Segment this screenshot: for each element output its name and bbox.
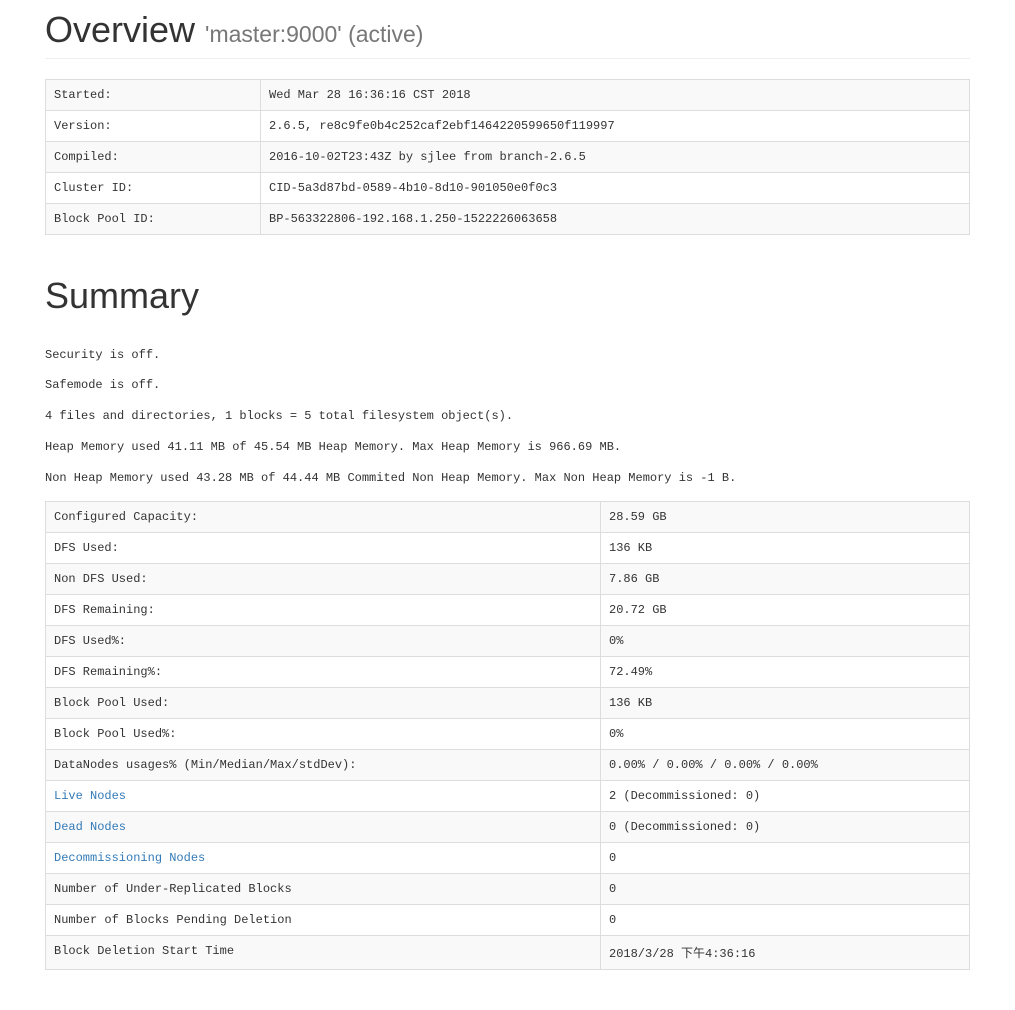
summary-label: DFS Remaining%:: [46, 656, 601, 687]
overview-label: Cluster ID:: [46, 172, 261, 203]
summary-label: Number of Under-Replicated Blocks: [46, 873, 601, 904]
summary-value: 20.72 GB: [601, 594, 970, 625]
table-row: Live Nodes 2 (Decommissioned: 0): [46, 780, 970, 811]
info-line: Non Heap Memory used 43.28 MB of 44.44 M…: [45, 470, 970, 487]
table-row: Dead Nodes 0 (Decommissioned: 0): [46, 811, 970, 842]
table-row: DFS Remaining%:72.49%: [46, 656, 970, 687]
page-title-sub: 'master:9000' (active): [205, 21, 423, 47]
summary-label[interactable]: Decommissioning Nodes: [46, 842, 601, 873]
table-row: DFS Remaining:20.72 GB: [46, 594, 970, 625]
summary-table: Configured Capacity:28.59 GBDFS Used:136…: [45, 501, 970, 970]
overview-value: 2016-10-02T23:43Z by sjlee from branch-2…: [261, 141, 970, 172]
table-row: Version:2.6.5, re8c9fe0b4c252caf2ebf1464…: [46, 110, 970, 141]
summary-label: Block Pool Used:: [46, 687, 601, 718]
table-row: Number of Under-Replicated Blocks0: [46, 873, 970, 904]
summary-label: Configured Capacity:: [46, 501, 601, 532]
info-line: Heap Memory used 41.11 MB of 45.54 MB He…: [45, 439, 970, 456]
table-row: Block Pool ID:BP-563322806-192.168.1.250…: [46, 203, 970, 234]
table-row: Block Pool Used:136 KB: [46, 687, 970, 718]
table-row: Cluster ID:CID-5a3d87bd-0589-4b10-8d10-9…: [46, 172, 970, 203]
summary-label: DFS Remaining:: [46, 594, 601, 625]
summary-label: Non DFS Used:: [46, 563, 601, 594]
summary-value: 2018/3/28 下午4:36:16: [601, 935, 970, 969]
summary-link[interactable]: Decommissioning Nodes: [54, 851, 205, 865]
summary-value: 7.86 GB: [601, 563, 970, 594]
overview-value: 2.6.5, re8c9fe0b4c252caf2ebf146422059965…: [261, 110, 970, 141]
table-row: DFS Used:136 KB: [46, 532, 970, 563]
page-title: Overview 'master:9000' (active): [45, 10, 970, 50]
overview-value: Wed Mar 28 16:36:16 CST 2018: [261, 79, 970, 110]
table-row: Block Deletion Start Time2018/3/28 下午4:3…: [46, 935, 970, 969]
summary-heading: Summary: [45, 275, 970, 317]
summary-value: 0%: [601, 625, 970, 656]
table-row: DFS Used%:0%: [46, 625, 970, 656]
info-line: 4 files and directories, 1 blocks = 5 to…: [45, 408, 970, 425]
summary-value: 136 KB: [601, 687, 970, 718]
page-title-main: Overview: [45, 9, 195, 50]
summary-label: Number of Blocks Pending Deletion: [46, 904, 601, 935]
table-row: Number of Blocks Pending Deletion0: [46, 904, 970, 935]
overview-value: CID-5a3d87bd-0589-4b10-8d10-901050e0f0c3: [261, 172, 970, 203]
summary-value: 0.00% / 0.00% / 0.00% / 0.00%: [601, 749, 970, 780]
info-line: Safemode is off.: [45, 377, 970, 394]
summary-value: 2 (Decommissioned: 0): [601, 780, 970, 811]
table-row: Non DFS Used:7.86 GB: [46, 563, 970, 594]
overview-table: Started:Wed Mar 28 16:36:16 CST 2018Vers…: [45, 79, 970, 235]
summary-link[interactable]: Dead Nodes: [54, 820, 126, 834]
summary-value: 0: [601, 842, 970, 873]
overview-label: Started:: [46, 79, 261, 110]
summary-value: 136 KB: [601, 532, 970, 563]
overview-value: BP-563322806-192.168.1.250-1522226063658: [261, 203, 970, 234]
page-header: Overview 'master:9000' (active): [45, 10, 970, 59]
summary-label: Block Pool Used%:: [46, 718, 601, 749]
summary-label: Block Deletion Start Time: [46, 935, 601, 969]
summary-link[interactable]: Live Nodes: [54, 789, 126, 803]
table-row: Decommissioning Nodes 0: [46, 842, 970, 873]
summary-value: 0 (Decommissioned: 0): [601, 811, 970, 842]
table-row: Block Pool Used%:0%: [46, 718, 970, 749]
summary-label[interactable]: Live Nodes: [46, 780, 601, 811]
summary-value: 0%: [601, 718, 970, 749]
summary-value: 0: [601, 873, 970, 904]
table-row: Compiled:2016-10-02T23:43Z by sjlee from…: [46, 141, 970, 172]
summary-info-block: Security is off. Safemode is off. 4 files …: [45, 347, 970, 487]
summary-value: 72.49%: [601, 656, 970, 687]
overview-label: Compiled:: [46, 141, 261, 172]
table-row: Started:Wed Mar 28 16:36:16 CST 2018: [46, 79, 970, 110]
summary-label: DFS Used:: [46, 532, 601, 563]
table-row: DataNodes usages% (Min/Median/Max/stdDev…: [46, 749, 970, 780]
summary-value: 28.59 GB: [601, 501, 970, 532]
table-row: Configured Capacity:28.59 GB: [46, 501, 970, 532]
summary-label: DataNodes usages% (Min/Median/Max/stdDev…: [46, 749, 601, 780]
info-line: Security is off.: [45, 347, 970, 364]
summary-value: 0: [601, 904, 970, 935]
summary-label: DFS Used%:: [46, 625, 601, 656]
overview-label: Block Pool ID:: [46, 203, 261, 234]
summary-label[interactable]: Dead Nodes: [46, 811, 601, 842]
overview-label: Version:: [46, 110, 261, 141]
